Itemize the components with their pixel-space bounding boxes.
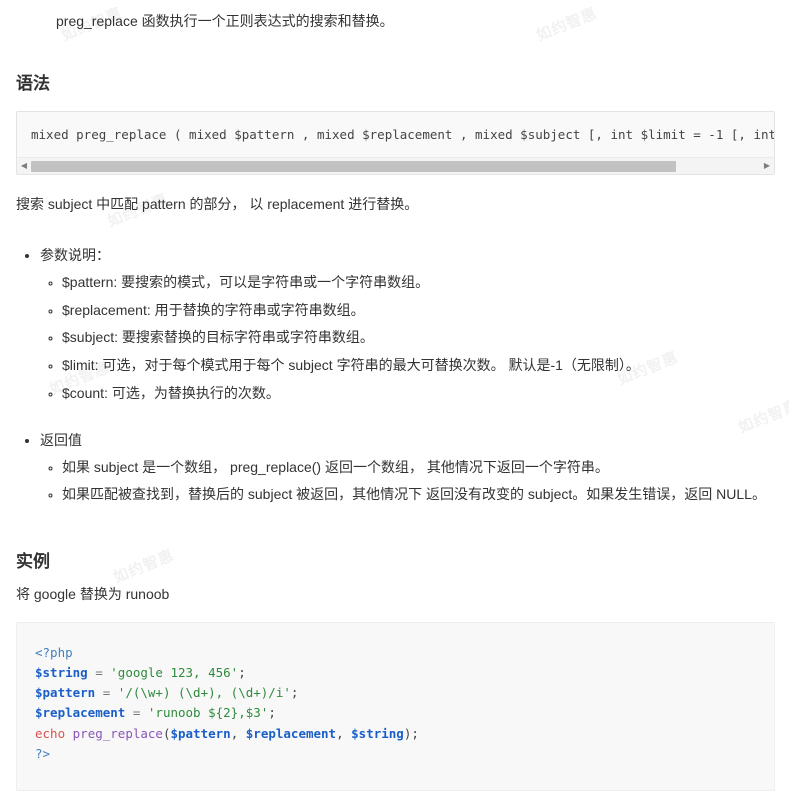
code-token: 'google 123, 456' [110,664,239,680]
scroll-left-arrow-icon[interactable]: ◀ [17,158,31,175]
code-token: , [230,725,246,741]
list-item: $count: 可选，为替换执行的次数。 [62,382,775,405]
syntax-heading: 语法 [16,73,50,93]
horizontal-scrollbar[interactable]: ◀ ▶ [17,157,774,175]
code-token: '/(\w+) (\d+), (\d+)/i' [117,685,291,701]
syntax-description: 搜索 subject 中匹配 pattern 的部分， 以 replacemen… [16,196,419,213]
list-item: $limit: 可选，对于每个模式用于每个 subject 字符串的最大可替换次… [62,354,775,377]
parameters-title: 参数说明： [40,247,110,264]
code-token: $string [351,725,404,741]
list-item: 参数说明： $pattern: 要搜索的模式，可以是字符串或一个字符串数组。 $… [40,244,775,404]
list-item: 返回值 如果 subject 是一个数组， preg_replace() 返回一… [40,429,775,506]
syntax-code-text: mixed preg_replace ( mixed $pattern , mi… [17,112,774,158]
code-token: ; [290,685,299,701]
code-token: , [336,725,352,741]
code-token: = [95,685,118,701]
parameters-sublist: $pattern: 要搜索的模式，可以是字符串或一个字符串数组。 $replac… [40,271,775,404]
code-token: <?php [35,644,73,660]
code-token: = [87,664,111,680]
syntax-code-block: mixed preg_replace ( mixed $pattern , mi… [16,110,775,176]
code-token: 'runoob ${2},$3' [147,705,269,721]
list-item: $subject: 要搜索替换的目标字符串或字符串数组。 [62,326,775,349]
scrollbar-thumb[interactable] [31,160,677,172]
scroll-right-arrow-icon[interactable]: ▶ [760,158,774,175]
example-code-block: <?php $string = 'google 123, 456'; $patt… [16,621,775,791]
list-item: 如果匹配被查找到，替换后的 subject 被返回，其他情况下 返回没有改变的 … [62,483,775,506]
parameters-list: 参数说明： $pattern: 要搜索的模式，可以是字符串或一个字符串数组。 $… [16,244,775,404]
example-heading: 实例 [16,551,50,571]
code-token: echo [35,725,66,741]
syntax-code-main: mixed preg_replace ( mixed $pattern , mi… [31,126,774,142]
example-subtitle: 将 google 替换为 runoob [16,585,170,602]
list-item: $replacement: 用于替换的字符串或字符串数组。 [62,299,775,322]
return-value-title: 返回值 [40,431,82,448]
return-value-sublist: 如果 subject 是一个数组， preg_replace() 返回一个数组，… [40,456,775,506]
intro-paragraph: preg_replace 函数执行一个正则表达式的搜索和替换。 [56,13,394,29]
code-token: ?> [35,745,51,761]
return-value-list: 返回值 如果 subject 是一个数组， preg_replace() 返回一… [16,429,775,506]
code-token: $pattern [35,685,96,701]
code-token: ); [403,725,419,741]
list-item: $pattern: 要搜索的模式，可以是字符串或一个字符串数组。 [62,271,775,294]
code-token: $pattern [170,725,231,741]
code-token: preg_replace [72,725,163,741]
document-content: preg_replace 函数执行一个正则表达式的搜索和替换。 语法 mixed… [0,0,789,791]
php-code-text: <?php $string = 'google 123, 456'; $patt… [35,643,760,765]
code-token: $string [35,664,88,680]
scrollbar-track[interactable] [31,159,760,173]
code-token: $replacement [245,725,337,741]
code-token: = [125,705,148,721]
code-token: ; [238,664,246,680]
list-item: 如果 subject 是一个数组， preg_replace() 返回一个数组，… [62,456,775,479]
code-token: ; [268,705,276,721]
code-token: $replacement [35,705,126,721]
